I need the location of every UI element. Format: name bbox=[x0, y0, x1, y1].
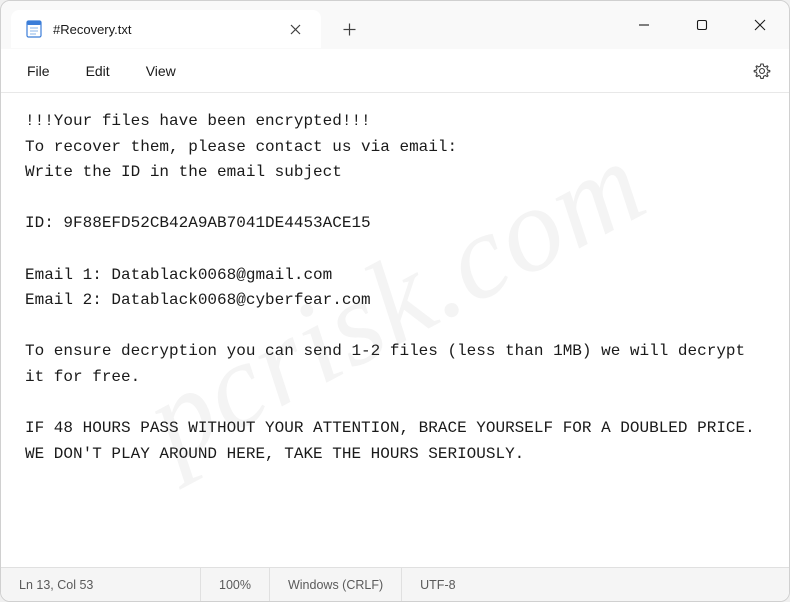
maximize-button[interactable] bbox=[673, 1, 731, 49]
menu-edit[interactable]: Edit bbox=[68, 55, 128, 87]
status-line-ending[interactable]: Windows (CRLF) bbox=[270, 568, 402, 601]
statusbar: Ln 13, Col 53 100% Windows (CRLF) UTF-8 bbox=[1, 567, 789, 601]
new-tab-button[interactable] bbox=[329, 10, 369, 48]
window-controls bbox=[615, 1, 789, 49]
close-tab-button[interactable] bbox=[281, 15, 309, 43]
menu-file[interactable]: File bbox=[9, 55, 68, 87]
plus-icon bbox=[343, 23, 356, 36]
menubar: File Edit View bbox=[1, 49, 789, 93]
status-zoom[interactable]: 100% bbox=[201, 568, 270, 601]
titlebar: #Recovery.txt bbox=[1, 1, 789, 49]
text-editor[interactable]: !!!Your files have been encrypted!!! To … bbox=[1, 93, 789, 567]
close-window-button[interactable] bbox=[731, 1, 789, 49]
gear-icon bbox=[753, 62, 771, 80]
status-cursor-position[interactable]: Ln 13, Col 53 bbox=[1, 568, 201, 601]
minimize-icon bbox=[638, 19, 650, 31]
close-icon bbox=[290, 24, 301, 35]
status-encoding[interactable]: UTF-8 bbox=[402, 568, 473, 601]
menu-view[interactable]: View bbox=[128, 55, 194, 87]
tab-title: #Recovery.txt bbox=[53, 22, 271, 37]
minimize-button[interactable] bbox=[615, 1, 673, 49]
file-tab[interactable]: #Recovery.txt bbox=[11, 10, 321, 48]
close-icon bbox=[754, 19, 766, 31]
notepad-icon bbox=[25, 20, 43, 38]
settings-button[interactable] bbox=[743, 52, 781, 90]
maximize-icon bbox=[696, 19, 708, 31]
notepad-window: #Recovery.txt bbox=[0, 0, 790, 602]
